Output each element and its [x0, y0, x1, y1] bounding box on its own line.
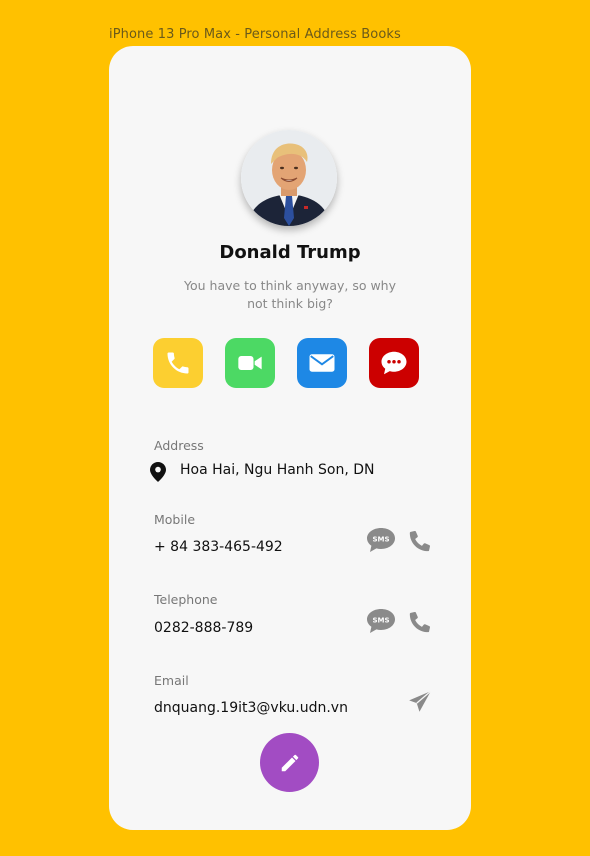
telephone-sms-button[interactable]: SMS: [366, 608, 396, 634]
location-pin-icon: [150, 461, 166, 483]
pencil-icon: [281, 754, 298, 771]
edit-contact-button[interactable]: [260, 733, 319, 792]
telephone-call-button[interactable]: [406, 608, 434, 636]
phone-icon: [409, 612, 430, 633]
email-value: dnquang.19it3@vku.udn.vn: [154, 700, 348, 716]
address-label: Address: [154, 438, 204, 453]
contact-quote: You have to think anyway, so why not thi…: [184, 278, 396, 311]
envelope-icon: [309, 354, 335, 372]
sms-icon-text: SMS: [372, 536, 389, 544]
email-button[interactable]: [297, 338, 347, 388]
message-button[interactable]: [369, 338, 419, 388]
mobile-label: Mobile: [154, 512, 196, 527]
mobile-sms-button[interactable]: SMS: [366, 527, 396, 553]
chat-bubble-icon: [381, 351, 407, 375]
video-camera-icon: [238, 356, 262, 370]
telephone-label: Telephone: [154, 592, 218, 607]
paper-plane-icon: [409, 690, 432, 712]
email-label: Email: [154, 673, 189, 688]
avatar: [241, 130, 337, 226]
contact-card: Donald Trump You have to think anyway, s…: [109, 46, 471, 830]
contact-name: Donald Trump: [219, 242, 361, 263]
mobile-value: + 84 383-465-492: [154, 539, 283, 555]
phone-icon: [167, 352, 189, 374]
address-value: Hoa Hai, Ngu Hanh Son, DN: [180, 462, 375, 478]
sms-icon: SMS: [367, 528, 395, 552]
call-button[interactable]: [153, 338, 203, 388]
profile-photo: [241, 130, 337, 226]
frame-title: iPhone 13 Pro Max - Personal Address Boo…: [109, 27, 401, 42]
sms-icon: SMS: [367, 609, 395, 633]
phone-icon: [409, 531, 430, 552]
video-call-button[interactable]: [225, 338, 275, 388]
send-email-button[interactable]: [406, 688, 434, 716]
telephone-value: 0282-888-789: [154, 620, 254, 636]
mobile-call-button[interactable]: [406, 527, 434, 555]
sms-icon-text: SMS: [372, 617, 389, 625]
